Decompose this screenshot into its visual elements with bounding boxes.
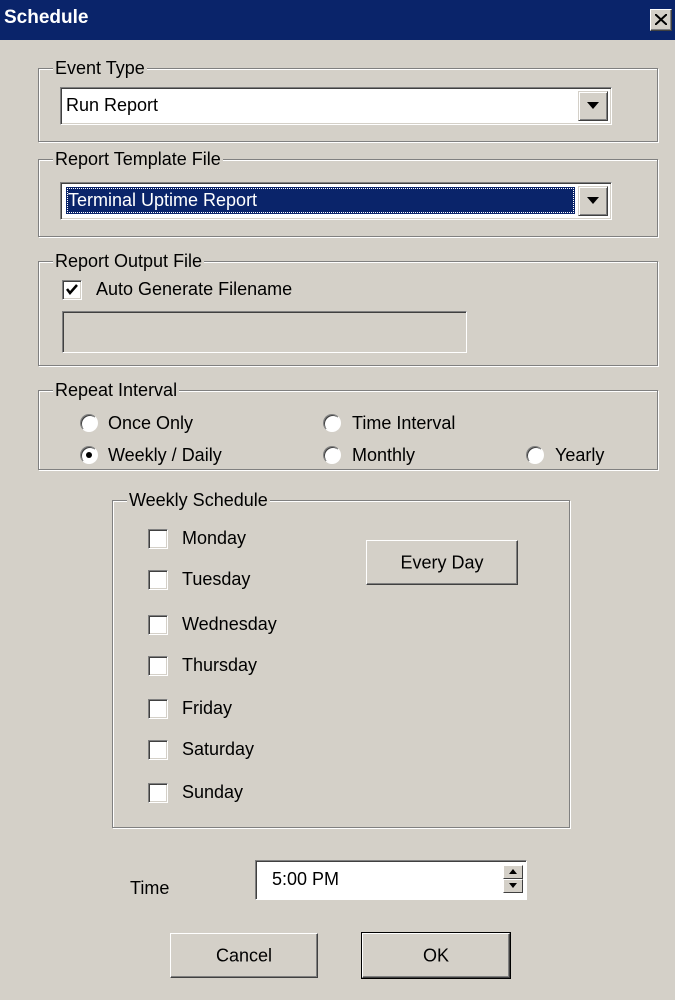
day-label-sunday[interactable]: Sunday xyxy=(182,781,243,803)
day-label-tuesday[interactable]: Tuesday xyxy=(182,568,250,590)
repeat-interval-legend: Repeat Interval xyxy=(53,379,180,401)
radio-time-interval-label[interactable]: Time Interval xyxy=(352,412,455,434)
radio-yearly-label[interactable]: Yearly xyxy=(555,444,604,466)
time-label: Time xyxy=(130,878,170,898)
ok-button[interactable]: OK xyxy=(361,932,511,979)
day-label-thursday[interactable]: Thursday xyxy=(182,654,257,676)
radio-selected-dot xyxy=(86,452,92,458)
checkmark-icon xyxy=(66,284,78,295)
event-type-select[interactable]: Run Report xyxy=(60,87,612,125)
day-label-saturday[interactable]: Saturday xyxy=(182,738,254,760)
every-day-button-label: Every Day xyxy=(400,552,484,572)
report-output-legend: Report Output File xyxy=(53,250,205,272)
radio-weekly-daily-label[interactable]: Weekly / Daily xyxy=(108,444,222,466)
chevron-down-icon xyxy=(587,197,599,204)
report-template-select[interactable]: Terminal Uptime Report xyxy=(60,182,612,220)
radio-once-only-label[interactable]: Once Only xyxy=(108,412,193,434)
time-spin-up[interactable] xyxy=(503,865,523,879)
event-type-dropdown-button[interactable] xyxy=(578,91,608,121)
output-filename-field xyxy=(62,311,467,353)
day-label-wednesday[interactable]: Wednesday xyxy=(182,613,277,635)
chevron-down-icon xyxy=(587,102,599,109)
day-checkbox-monday[interactable] xyxy=(148,529,168,549)
radio-time-interval[interactable] xyxy=(323,414,341,432)
every-day-button[interactable]: Every Day xyxy=(366,540,518,585)
radio-monthly-label[interactable]: Monthly xyxy=(352,444,415,466)
day-checkbox-saturday[interactable] xyxy=(148,740,168,760)
day-checkbox-sunday[interactable] xyxy=(148,783,168,803)
day-checkbox-thursday[interactable] xyxy=(148,656,168,676)
report-template-dropdown-button[interactable] xyxy=(578,186,608,216)
day-checkbox-tuesday[interactable] xyxy=(148,570,168,590)
ok-button-label: OK xyxy=(422,945,449,965)
spin-up-icon xyxy=(509,869,517,874)
time-spin-down[interactable] xyxy=(503,879,523,893)
cancel-button-label: Cancel xyxy=(215,945,273,965)
report-template-legend: Report Template File xyxy=(53,148,223,170)
day-checkbox-friday[interactable] xyxy=(148,699,168,719)
day-checkbox-wednesday[interactable] xyxy=(148,615,168,635)
close-button[interactable] xyxy=(650,9,672,31)
spin-down-icon xyxy=(509,883,517,888)
time-input[interactable]: 5:00 PM xyxy=(255,860,527,900)
report-template-value: Terminal Uptime Report xyxy=(66,187,575,214)
radio-once-only[interactable] xyxy=(80,414,98,432)
auto-generate-label[interactable]: Auto Generate Filename xyxy=(96,278,292,300)
radio-weekly-daily[interactable] xyxy=(80,446,98,464)
event-type-value: Run Report xyxy=(66,95,159,115)
day-label-monday[interactable]: Monday xyxy=(182,527,246,549)
weekly-schedule-legend: Weekly Schedule xyxy=(127,489,270,511)
day-label-friday[interactable]: Friday xyxy=(182,697,232,719)
event-type-legend: Event Type xyxy=(53,57,147,79)
radio-monthly[interactable] xyxy=(323,446,341,464)
time-value: 5:00 PM xyxy=(272,869,340,889)
close-icon xyxy=(655,14,667,25)
auto-generate-checkbox[interactable] xyxy=(62,280,82,300)
window-title: Schedule xyxy=(4,7,89,28)
cancel-button[interactable]: Cancel xyxy=(170,933,318,978)
radio-yearly[interactable] xyxy=(526,446,544,464)
title-bar: Schedule xyxy=(0,0,675,40)
